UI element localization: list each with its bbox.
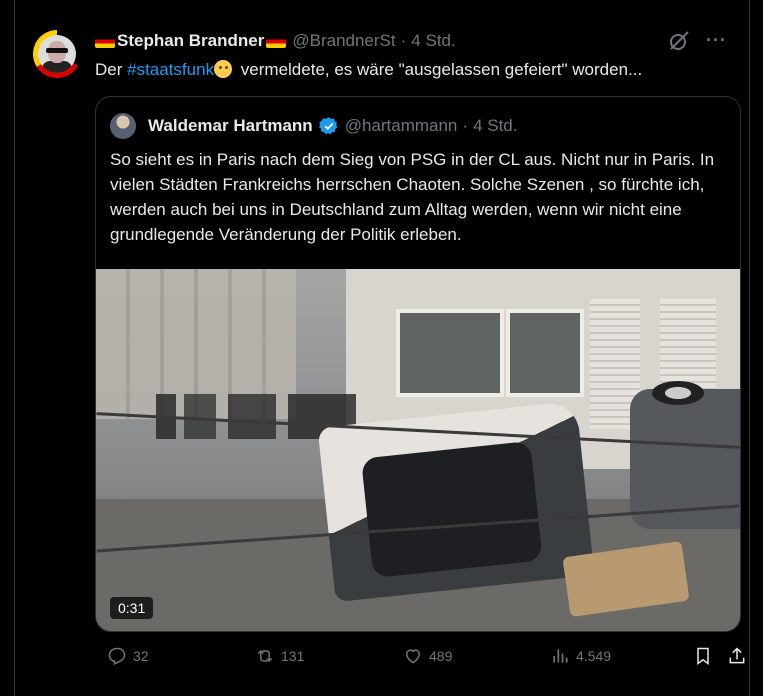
thinking-face-emoji-icon bbox=[214, 60, 233, 78]
video-duration: 0:31 bbox=[110, 597, 154, 619]
car-window bbox=[361, 440, 543, 579]
window bbox=[506, 309, 584, 397]
bookmark-button[interactable] bbox=[693, 646, 719, 666]
like-button[interactable]: 489 bbox=[403, 646, 452, 666]
german-flag-icon bbox=[95, 34, 115, 48]
timeline-column: Stephan Brandner @BrandnerSt · 4 Std. ··… bbox=[14, 0, 750, 696]
quoted-tweet-time: 4 Std. bbox=[473, 116, 518, 135]
share-icon bbox=[729, 647, 745, 664]
quoted-tweet[interactable]: Waldemar Hartmann @hartammann · 4 Std. S… bbox=[95, 96, 741, 632]
video-player[interactable]: 0:31 bbox=[96, 269, 740, 631]
reply-count: 32 bbox=[133, 648, 149, 664]
car-wheel bbox=[652, 381, 704, 405]
tweet-text-prefix: Der bbox=[95, 60, 128, 79]
heart-icon bbox=[405, 649, 421, 664]
tweet-header: Stephan Brandner @BrandnerSt · 4 Std. ··… bbox=[95, 30, 735, 52]
verified-badge-icon bbox=[318, 117, 338, 135]
views-chart-icon bbox=[553, 649, 568, 663]
avatar-photo bbox=[38, 35, 76, 73]
repost-icon bbox=[257, 649, 273, 663]
quoted-author-handle: @hartammann bbox=[344, 116, 458, 135]
tweet-time[interactable]: 4 Std. bbox=[411, 31, 455, 51]
repost-button[interactable]: 131 bbox=[255, 646, 304, 666]
quoted-author-avatar bbox=[110, 113, 136, 139]
quoted-author-name: Waldemar Hartmann bbox=[148, 116, 313, 135]
reply-button[interactable]: 32 bbox=[107, 646, 149, 666]
views-button[interactable]: 4.549 bbox=[550, 646, 611, 666]
reply-icon bbox=[108, 647, 126, 666]
bookmark-icon bbox=[697, 647, 709, 665]
avatar-sunglasses bbox=[46, 48, 68, 53]
tweet-text: Der #staatsfunk vermeldete, es wäre "aus… bbox=[95, 58, 735, 82]
share-button[interactable] bbox=[727, 646, 753, 666]
quoted-tweet-text: So sieht es in Paris nach dem Sieg von P… bbox=[110, 150, 715, 244]
grok-icon[interactable] bbox=[667, 29, 691, 53]
author-avatar[interactable] bbox=[33, 30, 81, 78]
tweet-actions: 32 131 489 4.549 bbox=[95, 646, 749, 674]
tweet[interactable]: Stephan Brandner @BrandnerSt · 4 Std. ··… bbox=[15, 0, 749, 696]
hashtag-link[interactable]: #staatsfunk bbox=[127, 60, 214, 79]
repost-count: 131 bbox=[281, 648, 305, 664]
window bbox=[396, 309, 504, 397]
like-count: 489 bbox=[429, 648, 453, 664]
more-options-icon[interactable]: ··· bbox=[706, 30, 727, 51]
author-name[interactable]: Stephan Brandner bbox=[117, 31, 264, 51]
separator-dot: · bbox=[462, 116, 469, 135]
german-flag-icon bbox=[266, 34, 287, 48]
separator-dot: · bbox=[400, 31, 407, 50]
tweet-text-suffix: vermeldete, es wäre "ausgelassen gefeier… bbox=[236, 60, 643, 79]
views-count: 4.549 bbox=[576, 648, 612, 664]
author-handle[interactable]: @BrandnerSt bbox=[292, 31, 395, 51]
quoted-tweet-header: Waldemar Hartmann @hartammann · 4 Std. bbox=[110, 113, 518, 139]
